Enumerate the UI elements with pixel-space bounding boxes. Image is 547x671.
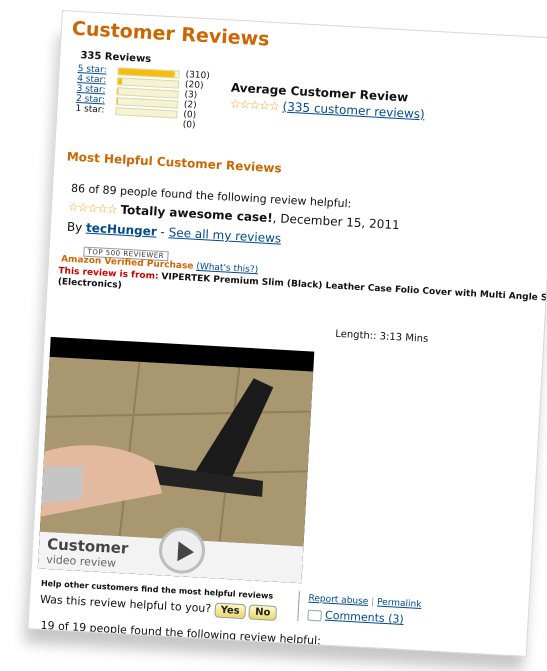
see-all-reviews-link[interactable]: See all my reviews [168, 225, 281, 245]
customer-reviews-title: Customer Reviews [71, 18, 270, 51]
comment-icon [307, 609, 322, 621]
histogram-count-2: (2) [184, 100, 197, 111]
by-label: By [67, 220, 83, 235]
histogram-label-1: 1 star: [75, 104, 112, 116]
permalink-link[interactable]: Permalink [377, 598, 422, 610]
report-abuse-link[interactable]: Report abuse [308, 594, 368, 607]
histogram-count-1: (0) [183, 110, 196, 121]
comments-link[interactable]: Comments (3) [325, 609, 404, 626]
whats-this-link[interactable]: (What's this?) [196, 262, 258, 275]
histogram-row-5[interactable]: 5 star: [77, 64, 78, 74]
review-title: Totally awesome case! [120, 203, 273, 225]
histogram-count-extra: (0) [182, 120, 195, 131]
author-separator: - [160, 225, 165, 239]
comments-line[interactable]: Comments (3) [307, 608, 404, 626]
helpful-question: Was this review helpful to you? [40, 593, 212, 616]
no-button[interactable]: No [249, 604, 277, 620]
histogram-fill-2 [117, 98, 118, 104]
total-reviews-label: 335 Reviews [80, 50, 151, 65]
review-star-rating-icon: ☆☆☆☆☆ [68, 200, 118, 217]
review-page: Customer Reviews 335 Reviews 5 star: 4 s… [27, 10, 547, 657]
report-line: Report abuse | Permalink [308, 594, 421, 610]
histogram-count-3: (3) [184, 90, 197, 101]
yes-button[interactable]: Yes [214, 602, 246, 619]
histogram-fill-4 [118, 78, 122, 84]
histogram-bar-1 [115, 107, 177, 118]
video-player[interactable]: Customer video review [38, 337, 315, 583]
report-divider: | [371, 597, 375, 607]
histogram-row-2[interactable]: 2 star: [76, 94, 77, 104]
video-length: Length:: 3:13 Mins [335, 329, 428, 345]
histogram-row-3[interactable]: 3 star: [76, 84, 77, 94]
review-from-line: This review is from: VIPERTEK Premium Sl… [58, 266, 547, 304]
average-star-rating-icon: ☆☆☆☆☆ [230, 97, 280, 114]
author-link[interactable]: tecHunger [86, 221, 157, 239]
video-frame [40, 357, 313, 546]
histogram-row-1: 1 star: [75, 104, 76, 114]
most-helpful-title: Most Helpful Customer Reviews [66, 150, 282, 176]
histogram-fill-3 [117, 88, 118, 94]
feedback-divider [297, 591, 300, 621]
video-frame-image [40, 357, 313, 546]
review-date: , December 15, 2011 [272, 211, 400, 232]
histogram-row-4[interactable]: 4 star: [77, 74, 78, 84]
review-from-product: VIPERTEK Premium Slim (Black) Leather Ca… [161, 272, 547, 304]
histogram-fill-5 [119, 68, 175, 77]
